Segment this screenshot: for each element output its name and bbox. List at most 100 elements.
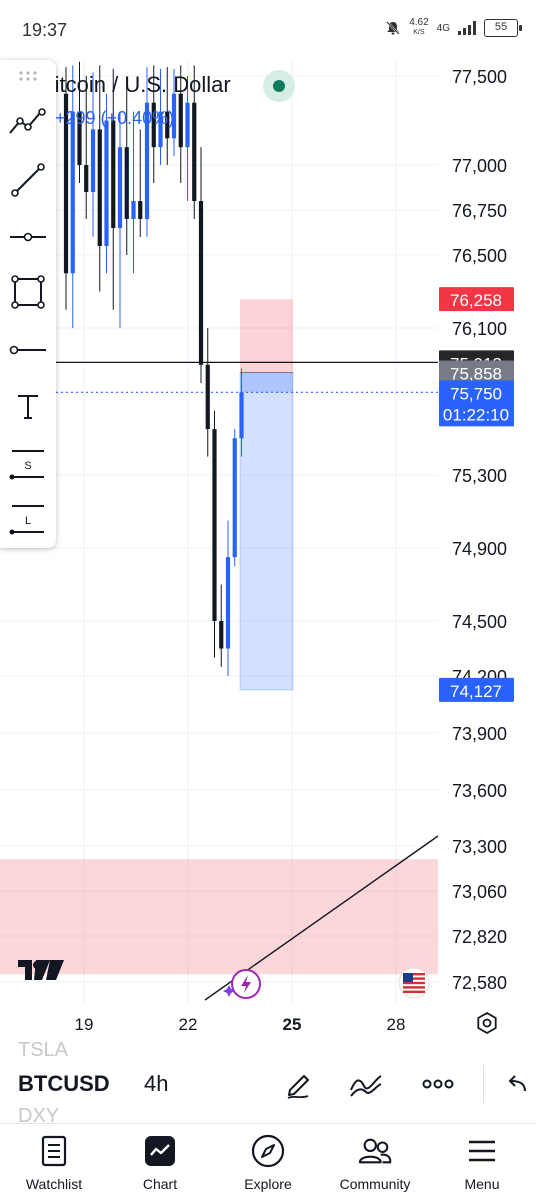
interval-selector[interactable]: 4h [144,1071,168,1097]
candle-body [212,429,217,621]
text-icon[interactable] [8,386,48,426]
compass-icon [251,1134,285,1168]
candle-body [219,621,224,649]
axis-settings-icon[interactable] [477,1011,497,1035]
candle-body [90,129,96,192]
candle-body [138,201,143,219]
nav-watchlist-label: Watchlist [25,1176,83,1192]
price-tag-value: 76,258 [450,291,502,310]
position-target-zone [240,299,293,373]
horizontal-ray-icon[interactable] [8,330,48,370]
y-tick-label: 74,900 [452,539,507,559]
speed-unit: K/S [413,29,425,36]
market-status-icon[interactable] [263,70,295,102]
y-tick-label: 73,600 [452,781,507,801]
nav-community[interactable]: Community [332,1124,418,1200]
rectangle-icon[interactable] [8,272,48,312]
nav-chart-label: Chart [142,1176,178,1192]
chart-controls: TSLA BTCUSD 4h DXY [0,1039,536,1127]
y-tick-label: 73,900 [452,724,507,744]
candle-body [239,392,244,439]
menu-icon [465,1134,499,1168]
candle-body [205,364,210,430]
controls-divider [483,1065,484,1103]
candle-body [111,120,116,228]
candle-body [192,102,197,201]
mute-icon [386,21,400,35]
price-countdown: 01:22:10 [443,405,509,424]
candle-body [97,129,102,246]
long-letter: L [25,515,31,527]
y-tick-label: 74,500 [452,612,507,632]
nav-community-label: Community [339,1176,411,1192]
drawing-toolbar: S L [0,60,56,548]
candle-body [198,201,204,365]
nav-explore-label: Explore [244,1176,292,1192]
candle-body [104,120,109,246]
symbol-title[interactable]: Bitcoin / U.S. Dollar [40,72,231,98]
position-progress-zone [240,372,293,393]
battery-icon: 55 [484,19,522,37]
y-tick-label: 76,750 [452,201,507,221]
battery-level: 55 [494,21,508,33]
status-time: 19:37 [22,20,68,40]
short-position-icon[interactable]: S [8,443,48,483]
nav-chart[interactable]: Chart [122,1124,198,1200]
speed-value: 4.62 [409,17,429,28]
trend-line-icon[interactable] [8,102,48,142]
indicators-icon[interactable] [348,1067,384,1101]
y-tick-label: 76,100 [452,319,507,339]
horizontal-line-icon[interactable] [8,217,48,257]
candle-body [232,438,237,558]
candle-body [124,147,129,219]
nav-menu[interactable]: Menu [444,1124,520,1200]
price-change: 0 +299 (+0.40%) [40,108,175,128]
candle-body [185,102,190,148]
pen-icon[interactable] [280,1067,316,1101]
candle-body [178,93,183,148]
status-bar: 19:37 4.62 K/S 4G 55 [0,0,536,60]
x-tick-label: 28 [387,1015,406,1034]
zone-rect [0,859,438,975]
bottom-navigation: Watchlist Chart Explore Community Menu [0,1123,536,1200]
network-type: 4G [436,22,450,34]
long-position-icon[interactable]: L [8,498,48,538]
community-icon [358,1134,392,1168]
nav-explore[interactable]: Explore [228,1124,308,1200]
previous-symbol[interactable]: TSLA [18,1039,68,1062]
signal-icon [458,21,476,35]
chart-icon [143,1134,177,1168]
line-icon[interactable] [8,160,48,200]
candle-body [70,111,75,274]
chart-canvas[interactable]: 77,500 77,000 76,750 76,500 76,100 75,300 74,9… [0,60,536,1045]
watchlist-icon [37,1134,71,1168]
y-tick-label: 75,300 [452,466,507,486]
y-tick-label: 73,300 [452,837,507,857]
symbol-selector[interactable]: BTCUSD [18,1071,110,1097]
y-tick-label: 73,060 [452,882,507,902]
undo-icon[interactable] [502,1067,532,1101]
y-tick-label: 72,820 [452,927,507,947]
short-letter: S [24,460,31,472]
position-stop-zone [239,371,294,691]
status-icons: 4.62 K/S 4G 55 [385,18,522,38]
candle-body [131,201,136,219]
us-flag-icon[interactable] [398,967,430,999]
more-options-icon[interactable] [420,1067,456,1101]
y-tick-label: 72,580 [452,973,507,993]
y-tick-label: 77,000 [452,156,507,176]
nav-watchlist[interactable]: Watchlist [16,1124,92,1200]
x-tick-label: 22 [179,1015,198,1034]
price-tag-value: 74,127 [450,682,502,701]
x-tick-label: 25 [283,1015,302,1034]
candle-body [117,147,123,228]
y-tick-label: 77,500 [452,67,507,87]
y-tick-label: 76,500 [452,246,507,266]
candle-body [84,165,89,192]
price-tag-value: 75,750 [450,384,502,403]
price-chart[interactable]: 77,500 77,000 76,750 76,500 76,100 75,300 74,9… [0,60,536,1045]
x-tick-label: 19 [75,1015,94,1034]
toolbar-drag-handle[interactable] [8,64,48,88]
network-speed: 4.62 K/S [409,18,428,38]
nav-menu-label: Menu [464,1176,500,1192]
